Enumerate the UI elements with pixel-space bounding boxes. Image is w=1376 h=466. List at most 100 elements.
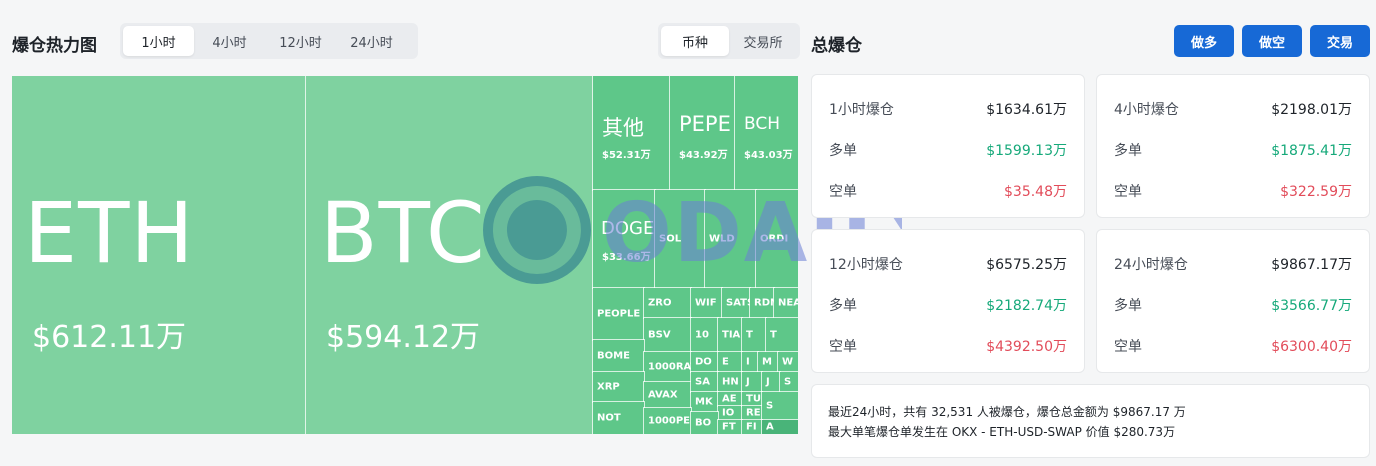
stats-label: 多单 bbox=[1114, 143, 1142, 159]
treemap-tile-sats[interactable]: SATS bbox=[721, 287, 751, 319]
treemap-tile-small[interactable]: W bbox=[777, 351, 798, 373]
tile-symbol: 10 bbox=[695, 329, 709, 341]
treemap-tile-xrp[interactable]: XRP bbox=[592, 371, 645, 403]
time-range-tabs: 1小时 4小时 12小时 24小时 bbox=[120, 23, 418, 59]
treemap-tile-small[interactable]: TU bbox=[741, 391, 763, 407]
stats-card-4h: 4小时爆仓 $2198.01万 多单 $1875.41万 空单 $322.59万 bbox=[1096, 74, 1370, 218]
treemap-tile-small[interactable]: RE bbox=[741, 405, 763, 421]
stats-row-long: 多单 $3566.77万 bbox=[1114, 295, 1352, 315]
tile-symbol: AVAX bbox=[648, 389, 678, 401]
liquidation-summary: 最近24小时，共有 32,531 人被爆仓，爆仓总金额为 $9867.17 万 … bbox=[811, 384, 1370, 458]
treemap-tile-small[interactable]: FI bbox=[741, 419, 763, 434]
stats-row-short: 空单 $35.48万 bbox=[829, 181, 1067, 201]
tile-symbol: WIF bbox=[695, 297, 717, 309]
tile-symbol: BO bbox=[695, 417, 712, 429]
tile-symbol: RE bbox=[746, 407, 761, 419]
treemap-tile-tia[interactable]: TIA bbox=[717, 317, 743, 353]
treemap-tile-small[interactable]: IO bbox=[717, 405, 743, 421]
treemap-tile-ordi[interactable]: ORDI bbox=[755, 189, 798, 289]
stats-total: $2198.01万 bbox=[1271, 102, 1352, 118]
tile-value: $52.31万 bbox=[602, 150, 651, 161]
treemap-tile-1000pepe[interactable]: 1000PEPE bbox=[643, 407, 692, 434]
stats-label: 24小时爆仓 bbox=[1114, 257, 1188, 273]
stats-label: 空单 bbox=[1114, 339, 1142, 355]
treemap-tile-eth[interactable]: ETH $612.11万 bbox=[12, 76, 307, 434]
tab-12h[interactable]: 12小时 bbox=[265, 26, 336, 56]
stats-card-1h: 1小时爆仓 $1634.61万 多单 $1599.13万 空单 $35.48万 bbox=[811, 74, 1085, 218]
treemap-tile-bsv[interactable]: BSV bbox=[643, 317, 692, 353]
tile-symbol: ETH bbox=[24, 184, 195, 282]
treemap-tile-avax[interactable]: AVAX bbox=[643, 381, 692, 409]
treemap-tile-small[interactable]: J bbox=[741, 371, 763, 393]
tile-symbol: TIA bbox=[722, 329, 741, 341]
tab-4h[interactable]: 4小时 bbox=[194, 26, 265, 56]
tile-symbol: IO bbox=[722, 407, 735, 419]
tile-symbol: BOME bbox=[597, 350, 630, 362]
stats-long: $3566.77万 bbox=[1271, 298, 1352, 314]
stats-row-short: 空单 $4392.50万 bbox=[829, 336, 1067, 356]
long-button[interactable]: 做多 bbox=[1174, 25, 1234, 57]
stats-label: 1小时爆仓 bbox=[829, 102, 894, 118]
treemap-tile-wif[interactable]: WIF bbox=[690, 287, 723, 319]
treemap-tile-small[interactable]: S bbox=[761, 391, 798, 421]
stats-total: $6575.25万 bbox=[986, 257, 1067, 273]
tab-24h[interactable]: 24小时 bbox=[336, 26, 407, 56]
treemap-tile-small[interactable]: J bbox=[761, 371, 781, 393]
stats-row-total: 12小时爆仓 $6575.25万 bbox=[829, 254, 1067, 274]
treemap-tile-rdnt[interactable]: RDNT bbox=[749, 287, 775, 319]
stats-long: $1599.13万 bbox=[986, 143, 1067, 159]
treemap-tile-small[interactable]: T bbox=[765, 317, 798, 353]
treemap-tile-small[interactable]: S bbox=[779, 371, 798, 393]
tile-symbol: DOGE bbox=[601, 218, 655, 239]
tile-symbol: NOT bbox=[597, 412, 621, 424]
stats-label: 空单 bbox=[829, 339, 857, 355]
tile-symbol: ORDI bbox=[760, 233, 789, 245]
treemap-tile-small[interactable]: I bbox=[741, 351, 759, 373]
tile-symbol: NEAR bbox=[778, 297, 798, 309]
treemap-tile-pepe[interactable]: PEPE $43.92万 bbox=[669, 76, 736, 191]
treemap-tile-small[interactable]: FT bbox=[717, 419, 743, 434]
treemap-tile-small[interactable]: E bbox=[717, 351, 743, 373]
tile-symbol: WLD bbox=[709, 233, 735, 245]
treemap-tile-other[interactable]: 其他 $52.31万 bbox=[592, 76, 671, 191]
treemap-tile-small[interactable]: A bbox=[761, 419, 798, 434]
treemap-tile-small[interactable]: M bbox=[757, 351, 779, 373]
stats-card-24h: 24小时爆仓 $9867.17万 多单 $3566.77万 空单 $6300.40万 bbox=[1096, 229, 1370, 373]
tile-symbol: XRP bbox=[597, 381, 620, 393]
treemap-tile-people[interactable]: PEOPLE bbox=[592, 287, 645, 341]
short-button[interactable]: 做空 bbox=[1242, 25, 1302, 57]
treemap-tile-small[interactable]: SA bbox=[690, 371, 719, 393]
stats-label: 多单 bbox=[829, 143, 857, 159]
treemap-tile-wld[interactable]: WLD bbox=[704, 189, 757, 289]
treemap-tile-small[interactable]: T bbox=[741, 317, 767, 353]
treemap-tile-small[interactable]: 10 bbox=[690, 317, 719, 353]
treemap-tile-small[interactable]: AE bbox=[717, 391, 743, 407]
tile-symbol: HN bbox=[722, 376, 739, 388]
treemap-tile-sol[interactable]: SOL bbox=[654, 189, 706, 289]
stats-row-long: 多单 $1875.41万 bbox=[1114, 140, 1352, 160]
treemap-tile-doge[interactable]: DOGE $33.66万 bbox=[592, 189, 656, 289]
trade-button[interactable]: 交易 bbox=[1310, 25, 1370, 57]
treemap-tile-small[interactable]: HN bbox=[717, 371, 743, 393]
tile-symbol: J bbox=[746, 376, 750, 388]
treemap-tile-small[interactable]: MK bbox=[690, 391, 719, 413]
summary-line: 最大单笔爆仓单发生在 OKX - ETH-USD-SWAP 价值 $280.73… bbox=[828, 425, 1176, 439]
treemap-tile-not[interactable]: NOT bbox=[592, 401, 645, 434]
tile-symbol: W bbox=[782, 356, 794, 368]
stats-label: 多单 bbox=[829, 298, 857, 314]
tab-1h[interactable]: 1小时 bbox=[123, 26, 194, 56]
tab-coin[interactable]: 币种 bbox=[661, 26, 729, 56]
treemap-tile-small[interactable]: DO bbox=[690, 351, 719, 373]
treemap-tile-bch[interactable]: BCH $43.03万 bbox=[734, 76, 798, 191]
tile-symbol: SA bbox=[695, 376, 710, 388]
treemap-tile-small[interactable]: BO bbox=[690, 411, 719, 434]
treemap-tile-zro[interactable]: ZRO bbox=[643, 287, 692, 319]
tab-exchange[interactable]: 交易所 bbox=[729, 26, 797, 56]
treemap-tile-btc[interactable]: BTC $594.12万 bbox=[305, 76, 594, 434]
treemap-tile-bome[interactable]: BOME bbox=[592, 339, 645, 373]
treemap-tile-1000rats[interactable]: 1000RATS bbox=[643, 351, 692, 383]
tile-value: $33.66万 bbox=[602, 252, 651, 263]
stats-label: 多单 bbox=[1114, 298, 1142, 314]
tile-symbol: M bbox=[762, 356, 772, 368]
treemap-tile-near[interactable]: NEAR bbox=[773, 287, 798, 319]
